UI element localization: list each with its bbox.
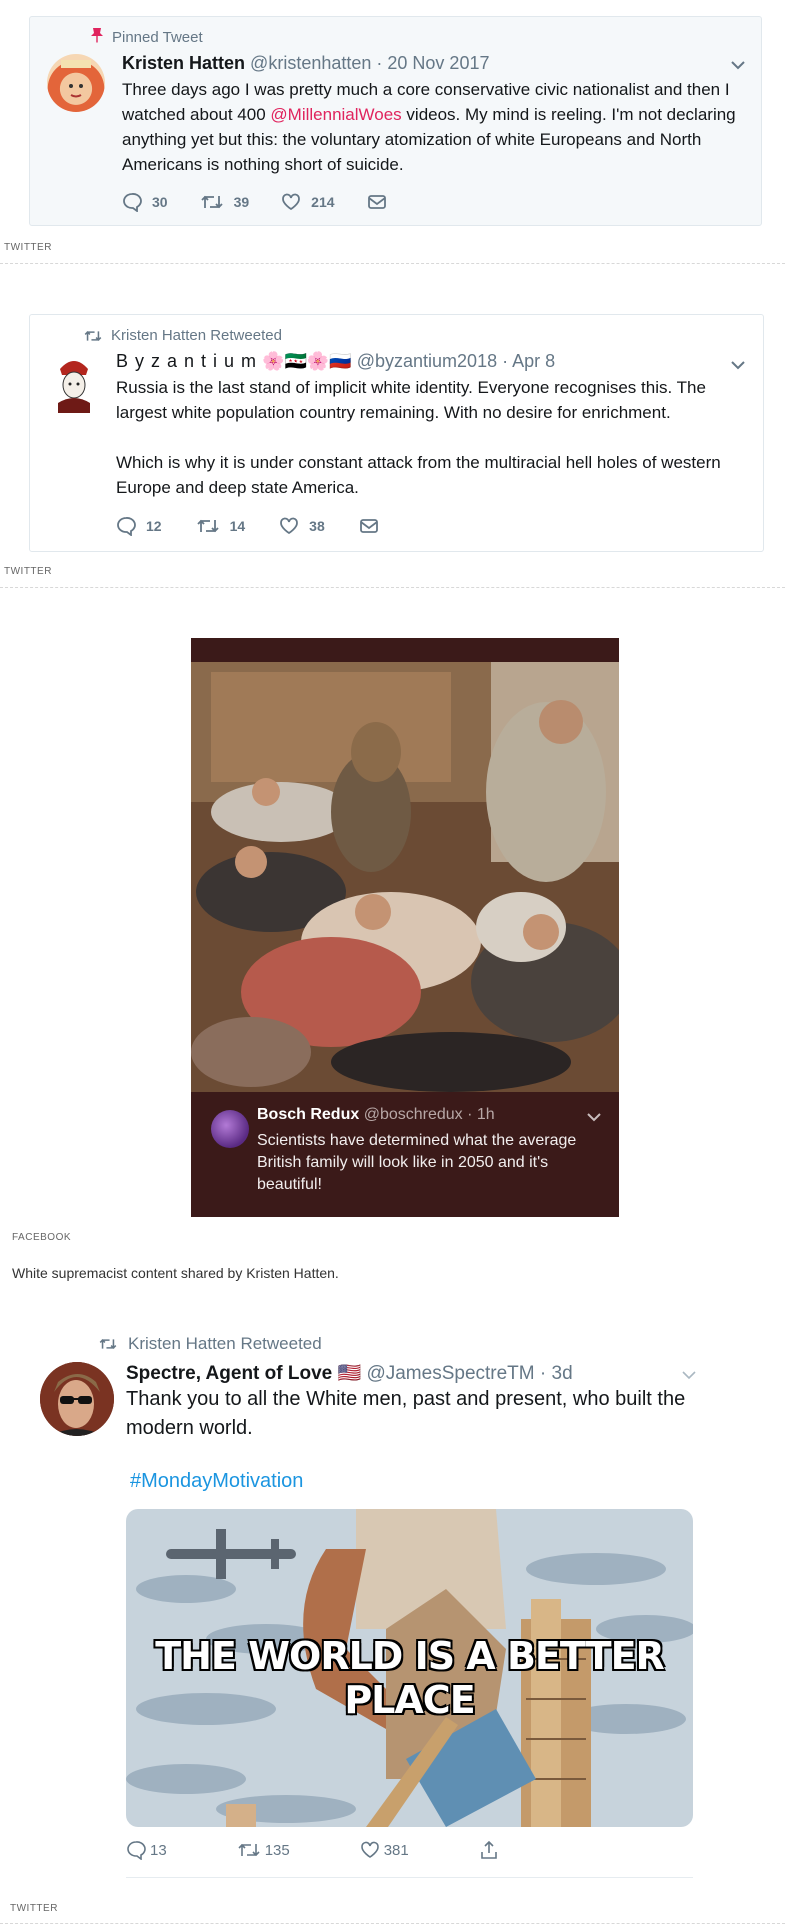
author-line: B y z a n t i u m 🌸🇸🇾🌸🇷🇺 @byzantium2018 … [116,351,555,372]
reply-count: 30 [152,194,168,210]
retweet-button[interactable]: 39 [200,193,250,211]
source-label: TWITTER [4,242,52,253]
retweet-button[interactable]: 135 [237,1841,290,1859]
source-label: TWITTER [4,566,52,577]
meme-image[interactable]: THE WORLD IS A BETTER PLACE [126,1509,693,1827]
retweet-icon [200,195,223,209]
envelope-icon [367,195,386,209]
tweet-date[interactable]: · 3d [540,1363,573,1384]
tweet-paragraph: Russia is the last stand of implicit whi… [116,378,706,422]
author-name[interactable]: B y z a n t i u m [116,351,257,371]
author-handle[interactable]: @byzantium2018 [357,351,497,371]
avatar[interactable] [40,1362,114,1436]
heart-icon [282,193,301,211]
pinned-label: Pinned Tweet [112,28,203,46]
reply-icon [117,517,136,536]
section-divider [0,1923,785,1924]
avatar-illustration [61,60,91,98]
retweet-count: 135 [264,1841,290,1859]
chevron-down-icon[interactable] [682,1367,696,1385]
retweet-icon [238,1843,260,1857]
pinned-context: Pinned Tweet [90,27,203,47]
retweet-count: 14 [229,518,246,534]
reply-icon [127,1841,146,1860]
avatar-illustration [40,1362,114,1436]
chevron-down-icon[interactable] [731,357,745,375]
heart-icon [360,1841,379,1858]
pin-icon [90,27,104,47]
envelope-icon [359,519,378,533]
family-photo [191,662,619,1092]
author-line: Kristen Hatten @kristenhatten · 20 Nov 2… [122,53,489,74]
reply-count: 13 [150,1841,167,1859]
retweet-count: 39 [233,194,250,210]
tweet-time: · 1h [467,1106,495,1123]
chevron-down-icon [587,1109,601,1127]
like-count: 381 [383,1841,409,1859]
retweet-context: Kristen Hatten Retweeted [98,1334,322,1354]
reply-button[interactable]: 12 [116,516,162,536]
tweet-text: Three days ago I was pretty much a core … [122,77,754,177]
image-caption: White supremacist content shared by Kris… [12,1265,339,1281]
mention-link[interactable]: @MillennialWoes [270,105,401,124]
tweet-divider [126,1877,693,1878]
tweet-actions: 12 14 38 [116,516,379,536]
reply-button[interactable]: 13 [126,1840,167,1860]
direct-message-button[interactable] [367,194,387,210]
retweet-icon [99,1339,117,1349]
tweet-text: Scientists have determined what the aver… [257,1132,577,1193]
author-handle[interactable]: @JamesSpectreTM [366,1363,534,1384]
tweet-text: Russia is the last stand of implicit whi… [116,375,756,500]
author-name[interactable]: Spectre, Agent of Love [126,1363,332,1384]
like-button[interactable]: 214 [281,193,335,211]
heart-icon [280,517,299,535]
tweet-text: Thank you to all the White men, past and… [126,1388,686,1439]
like-button[interactable]: 381 [360,1841,409,1859]
like-count: 38 [309,518,325,534]
source-label: FACEBOOK [12,1232,72,1243]
direct-message-button[interactable] [359,518,379,534]
flag-emoji: 🇺🇸 [337,1363,362,1384]
avatar [211,1110,249,1148]
author-line: Spectre, Agent of Love 🇺🇸 @JamesSpectreT… [126,1361,573,1385]
section-divider [0,587,785,588]
avatar[interactable] [47,54,105,112]
hashtag-link[interactable]: #MondayMotivation [130,1470,303,1493]
facebook-screenshot: Bosch Redux @boschredux · 1h Scientists … [191,638,619,1217]
author-handle[interactable]: @kristenhatten [250,53,371,73]
tweet-date[interactable]: · Apr 8 [502,351,555,371]
tweet-actions: 13 135 381 [126,1840,499,1860]
avatar-illustration [58,361,90,413]
retweet-icon [196,519,219,533]
author-handle: @boschredux [363,1106,463,1123]
reply-count: 12 [146,518,162,534]
retweet-context: Kristen Hatten Retweeted [83,327,282,344]
author-name: Bosch Redux [257,1106,360,1123]
source-label: TWITTER [10,1903,58,1914]
like-count: 214 [311,194,335,210]
reply-icon [123,193,142,212]
tweet-date[interactable]: · 20 Nov 2017 [376,53,489,73]
author-line: Bosch Redux @boschredux · 1h [257,1106,495,1124]
pinned-tweet-card[interactable]: Pinned Tweet Kristen Hatten @kristenhatt… [29,16,762,226]
chevron-down-icon[interactable] [731,57,745,75]
author-name-emoji: 🌸🇸🇾🌸🇷🇺 [262,351,352,371]
section-divider [0,263,785,264]
retweet-card-byzantium[interactable]: Kristen Hatten Retweeted B y z a n t i u… [29,314,764,552]
author-name[interactable]: Kristen Hatten [122,53,245,73]
tweet-actions: 30 39 214 [122,192,387,212]
avatar[interactable] [50,355,98,413]
share-button[interactable] [479,1840,499,1860]
retweet-icon [84,330,102,341]
share-icon [480,1840,497,1859]
meme-caption: THE WORLD IS A BETTER PLACE [155,1634,665,1722]
embedded-tweet: Bosch Redux @boschredux · 1h Scientists … [191,1092,619,1217]
like-button[interactable]: 38 [279,517,325,535]
retweet-context-label: Kristen Hatten Retweeted [111,327,282,344]
retweet-button[interactable]: 14 [196,517,246,535]
reply-button[interactable]: 30 [122,192,168,212]
retweet-context-label: Kristen Hatten Retweeted [128,1334,322,1353]
tweet-paragraph: Which is why it is under constant attack… [116,453,721,497]
